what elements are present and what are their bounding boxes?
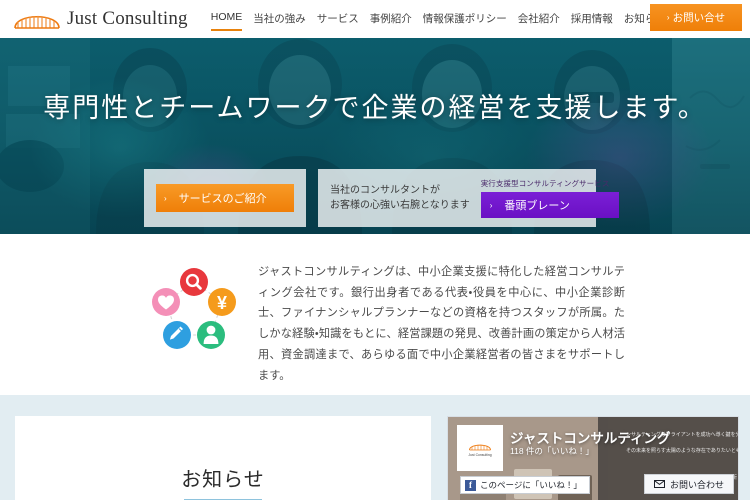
header-contact-button[interactable]: › お問い合せ xyxy=(650,4,742,31)
bridge-logo-icon xyxy=(14,15,60,29)
hero-consultant-text: 当社のコンサルタントが お客様の心強い右腕となります xyxy=(330,183,470,214)
hero-banto-caption: 実行支援型コンサルティングサービス xyxy=(480,179,610,188)
site-logo[interactable]: Just Consulting xyxy=(14,7,188,31)
facebook-contact-label: お問い合わせ xyxy=(670,479,725,490)
about-paragraph: ジャストコンサルティングは、中小企業支援に特化した経営コンサルティング会社です。… xyxy=(258,266,625,382)
facebook-avatar-logo-text: Just Consulting xyxy=(468,452,492,457)
search-icon xyxy=(180,268,208,296)
facebook-like-button[interactable]: f このページに「いいね！」 xyxy=(460,476,590,494)
heart-icon xyxy=(152,288,180,316)
nav-item-privacy-policy[interactable]: 情報保護ポリシー xyxy=(423,11,507,34)
lower-section: お知らせ Just Consulting ジャストコンサルティング 118 件の… xyxy=(0,395,750,500)
hero-service-label: サービスのご紹介 xyxy=(178,193,267,205)
nav-item-company[interactable]: 会社紹介 xyxy=(518,11,560,34)
nav-item-recruit[interactable]: 採用情報 xyxy=(571,11,613,34)
logo-text: Just Consulting xyxy=(67,8,188,29)
hero-banto-label: 番頭ブレーン xyxy=(504,200,570,212)
svg-text:¥: ¥ xyxy=(217,293,227,313)
nav-item-cases[interactable]: 事例紹介 xyxy=(370,11,412,34)
hero-service-panel: › サービスのご紹介 xyxy=(144,169,306,227)
nav-item-services[interactable]: サービス xyxy=(317,11,359,34)
facebook-like-count: 118 件の「いいね！」 xyxy=(510,446,594,456)
facebook-f-icon: f xyxy=(465,479,476,491)
site-header: Just Consulting HOME 当社の強み サービス 事例紹介 情報保… xyxy=(0,0,750,38)
nav-item-strengths[interactable]: 当社の強み xyxy=(253,11,306,34)
envelope-icon xyxy=(654,480,665,488)
facebook-cover-text-2: その未来を照らす太陽のような存在でありたいと考えます xyxy=(626,448,738,454)
main-nav: HOME 当社の強み サービス 事例紹介 情報保護ポリシー 会社紹介 採用情報 … xyxy=(210,0,666,38)
pencil-icon xyxy=(163,321,191,349)
hero-cta-panels: › サービスのご紹介 当社のコンサルタントが お客様の心強い右腕となります 実行… xyxy=(144,169,619,227)
person-icon xyxy=(197,321,225,349)
yen-icon: ¥ xyxy=(208,288,236,316)
hero-banto-button[interactable]: › 番頭ブレーン xyxy=(480,192,619,218)
hero-section: 専門性とチームワークで企業の経営を支援します。 › サービスのご紹介 当社のコン… xyxy=(0,38,750,234)
facebook-page-widget[interactable]: Just Consulting ジャストコンサルティング 118 件の「いいね！… xyxy=(447,416,739,500)
chevron-right-icon: › xyxy=(666,13,670,22)
news-heading: お知らせ xyxy=(15,463,431,500)
hero-banto-group: 実行支援型コンサルティングサービス › 番頭ブレーン xyxy=(480,178,619,218)
facebook-like-label: このページに「いいね！」 xyxy=(480,480,582,490)
about-section: ¥ ジャストコンサルティングは、中小企業支援に特化した経営コンサルティング会社で… xyxy=(0,234,750,395)
chevron-right-icon: › xyxy=(489,200,493,210)
hero-consultant-line1: 当社のコンサルタントが xyxy=(330,184,440,196)
hero-banto-panel: 当社のコンサルタントが お客様の心強い右腕となります 実行支援型コンサルティング… xyxy=(318,169,619,227)
chevron-right-icon: › xyxy=(164,193,167,203)
bridge-logo-icon xyxy=(469,444,491,450)
hero-consultant-line2: お客様の心強い右腕となります xyxy=(330,200,470,211)
nav-item-home[interactable]: HOME xyxy=(210,11,242,31)
page-root: Just Consulting HOME 当社の強み サービス 事例紹介 情報保… xyxy=(0,0,750,500)
hero-service-button[interactable]: › サービスのご紹介 xyxy=(156,184,294,212)
facebook-cover-text-1: ンサルティングはクライアントを成功へ導く鍵を分け xyxy=(626,432,739,438)
hero-title: 専門性とチームワークで企業の経営を支援します。 xyxy=(43,93,707,123)
facebook-page-avatar: Just Consulting xyxy=(457,425,503,471)
about-icon-pentagon: ¥ xyxy=(152,268,236,349)
news-card: お知らせ xyxy=(15,416,431,500)
header-contact-label: お問い合せ xyxy=(672,12,726,24)
facebook-contact-button[interactable]: お問い合わせ xyxy=(644,474,735,494)
